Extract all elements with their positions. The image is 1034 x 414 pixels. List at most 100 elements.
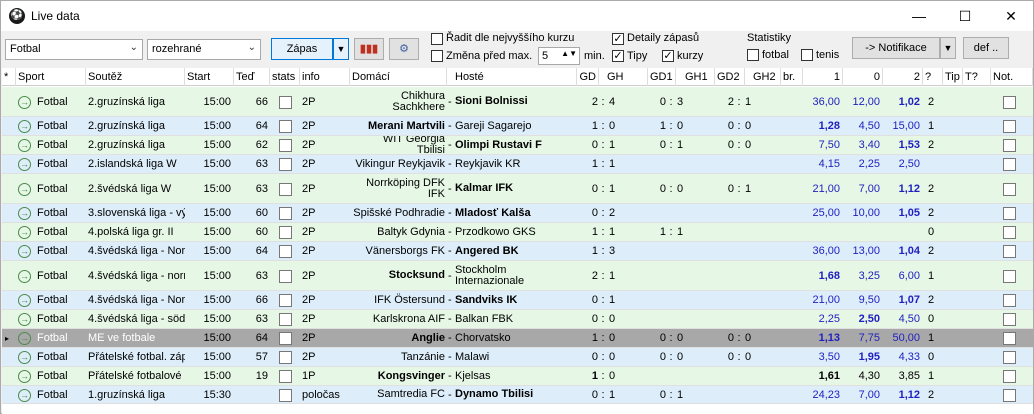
notify-checkbox[interactable] bbox=[1003, 351, 1016, 364]
table-row[interactable]: → Fotbal 1.gruzínská liga 15:30 poločas Samtr… bbox=[2, 386, 1033, 404]
col-tip-question[interactable]: T? bbox=[963, 68, 991, 86]
col-ted[interactable]: Teď bbox=[234, 68, 270, 86]
notifikace-dropdown-button[interactable]: ▼ bbox=[940, 37, 956, 59]
table-row[interactable]: → Fotbal 4.švédská liga - Nor 15:00 66 2P IFK … bbox=[2, 291, 1033, 310]
col-gd2[interactable]: GD2 bbox=[715, 68, 745, 86]
zapas-button[interactable]: Zápas bbox=[271, 38, 333, 60]
change-minutes-input[interactable]: 5 ▲▼ bbox=[538, 47, 580, 65]
col-domaci[interactable]: Domácí bbox=[350, 68, 447, 86]
sort-checkbox[interactable] bbox=[431, 33, 443, 45]
notify-checkbox[interactable] bbox=[1003, 245, 1016, 258]
notify-checkbox[interactable] bbox=[1003, 139, 1016, 152]
chart-button[interactable]: ▮▮▮ bbox=[354, 38, 384, 60]
table-row[interactable]: → Fotbal 2.islandská liga W 15:00 63 2P Viking… bbox=[2, 155, 1033, 174]
col-tip[interactable]: Tip bbox=[943, 68, 963, 86]
table-row[interactable]: → Fotbal 3.slovenská liga - vý 15:00 60 2P Spi… bbox=[2, 204, 1033, 223]
notify-checkbox[interactable] bbox=[1003, 182, 1016, 196]
col-start[interactable]: Start bbox=[185, 68, 234, 86]
table-row[interactable]: → Fotbal 4.švédská liga - söd 15:00 63 2P Karl… bbox=[2, 310, 1033, 329]
col-star[interactable]: * bbox=[2, 68, 16, 86]
col-soutez[interactable]: Soutěž bbox=[86, 68, 185, 86]
kurzy-checkbox[interactable]: ✓ bbox=[662, 50, 674, 62]
open-match-icon[interactable]: → bbox=[18, 370, 31, 383]
stats-checkbox[interactable] bbox=[279, 388, 292, 402]
filter-select[interactable]: rozehrané ⌄ bbox=[147, 39, 261, 60]
col-br[interactable]: br. bbox=[781, 68, 803, 86]
spin-arrows-icon[interactable]: ▲▼ bbox=[561, 49, 577, 58]
open-match-icon[interactable]: → bbox=[18, 332, 31, 345]
notify-checkbox[interactable] bbox=[1003, 370, 1016, 383]
stats-checkbox[interactable] bbox=[279, 294, 292, 307]
stats-checkbox[interactable] bbox=[279, 182, 292, 196]
sport-select[interactable]: Fotbal ⌄ bbox=[5, 39, 143, 60]
stats-checkbox[interactable] bbox=[279, 226, 292, 239]
open-match-icon[interactable]: → bbox=[18, 388, 31, 402]
fotbal-stats-checkbox[interactable] bbox=[747, 49, 759, 61]
notify-checkbox[interactable] bbox=[1003, 388, 1016, 402]
col-kurz-2[interactable]: 2 bbox=[883, 68, 923, 86]
col-question[interactable]: ? bbox=[923, 68, 943, 86]
col-kurz-0[interactable]: 0 bbox=[843, 68, 883, 86]
notify-checkbox[interactable] bbox=[1003, 207, 1016, 220]
notify-checkbox[interactable] bbox=[1003, 313, 1016, 326]
stats-checkbox[interactable] bbox=[279, 269, 292, 283]
notify-checkbox[interactable] bbox=[1003, 332, 1016, 345]
col-kurz-1[interactable]: 1 bbox=[803, 68, 843, 86]
col-gh2[interactable]: GH2 bbox=[751, 68, 781, 86]
table-row[interactable]: → Fotbal 2.švédská liga W 15:00 63 2P Norrköpi… bbox=[2, 174, 1033, 204]
notify-checkbox[interactable] bbox=[1003, 226, 1016, 239]
notify-checkbox[interactable] bbox=[1003, 294, 1016, 307]
open-match-icon[interactable]: → bbox=[18, 139, 31, 152]
table-row[interactable]: → Fotbal 4.švédská liga - Nor 15:00 64 2P Väne… bbox=[2, 242, 1033, 261]
open-match-icon[interactable]: → bbox=[18, 158, 31, 171]
open-match-icon[interactable]: → bbox=[18, 226, 31, 239]
open-match-icon[interactable]: → bbox=[18, 245, 31, 258]
settings-button[interactable]: ⚙ bbox=[389, 38, 419, 60]
col-gh[interactable]: GH bbox=[605, 68, 648, 86]
stats-checkbox[interactable] bbox=[279, 95, 292, 109]
zapas-dropdown-button[interactable]: ▼ bbox=[333, 38, 349, 60]
table-row[interactable]: → Fotbal 4.polská liga gr. II 15:00 60 2P Balt… bbox=[2, 223, 1033, 242]
stats-checkbox[interactable] bbox=[279, 245, 292, 258]
stats-checkbox[interactable] bbox=[279, 370, 292, 383]
close-button[interactable]: ✕ bbox=[988, 1, 1034, 31]
col-info[interactable]: info bbox=[300, 68, 350, 86]
notifikace-button[interactable]: -> Notifikace bbox=[852, 37, 940, 59]
open-match-icon[interactable]: → bbox=[18, 269, 31, 283]
table-row[interactable]: → Fotbal 2.gruzínská liga 15:00 62 2P WIT Geor… bbox=[2, 136, 1033, 155]
col-gd[interactable]: GD bbox=[577, 68, 599, 86]
open-match-icon[interactable]: → bbox=[18, 313, 31, 326]
open-match-icon[interactable]: → bbox=[18, 207, 31, 220]
stats-checkbox[interactable] bbox=[279, 158, 292, 171]
table-row[interactable]: ▸ → Fotbal ME ve fotbale 15:00 64 2P Anglie - Cho… bbox=[2, 329, 1033, 348]
col-not[interactable]: Not. bbox=[991, 68, 1033, 86]
open-match-icon[interactable]: → bbox=[18, 182, 31, 196]
open-match-icon[interactable]: → bbox=[18, 120, 31, 133]
tipy-checkbox[interactable]: ✓ bbox=[612, 50, 624, 62]
table-row[interactable]: → Fotbal 2.gruzínská liga 15:00 66 2P Chikhura… bbox=[2, 87, 1033, 117]
tenis-stats-checkbox[interactable] bbox=[801, 49, 813, 61]
stats-checkbox[interactable] bbox=[279, 120, 292, 133]
stats-checkbox[interactable] bbox=[279, 351, 292, 364]
open-match-icon[interactable]: → bbox=[18, 95, 31, 109]
stats-checkbox[interactable] bbox=[279, 313, 292, 326]
notify-checkbox[interactable] bbox=[1003, 95, 1016, 109]
col-gh1[interactable]: GH1 bbox=[683, 68, 715, 86]
stats-checkbox[interactable] bbox=[279, 207, 292, 220]
def-button[interactable]: def .. bbox=[963, 37, 1009, 59]
table-row[interactable]: → Fotbal 4.švédská liga - norr 15:00 63 2P Sto… bbox=[2, 261, 1033, 291]
table-row[interactable]: → Fotbal Přátelské fotbalové 15:00 19 1P Kongs… bbox=[2, 367, 1033, 386]
details-checkbox[interactable]: ✓ bbox=[612, 33, 624, 45]
change-checkbox[interactable] bbox=[431, 50, 443, 62]
notify-checkbox[interactable] bbox=[1003, 120, 1016, 133]
table-row[interactable]: → Fotbal 2.gruzínská liga 15:00 64 2P Merani M… bbox=[2, 117, 1033, 136]
open-match-icon[interactable]: → bbox=[18, 351, 31, 364]
table-row[interactable]: → Fotbal Přátelské fotbal. záp 15:00 57 2P Tan… bbox=[2, 348, 1033, 367]
col-gd1[interactable]: GD1 bbox=[648, 68, 676, 86]
col-stats[interactable]: stats bbox=[270, 68, 300, 86]
notify-checkbox[interactable] bbox=[1003, 158, 1016, 171]
col-sport[interactable]: Sport bbox=[16, 68, 86, 86]
open-match-icon[interactable]: → bbox=[18, 294, 31, 307]
maximize-button[interactable]: ☐ bbox=[942, 1, 988, 31]
stats-checkbox[interactable] bbox=[279, 139, 292, 152]
